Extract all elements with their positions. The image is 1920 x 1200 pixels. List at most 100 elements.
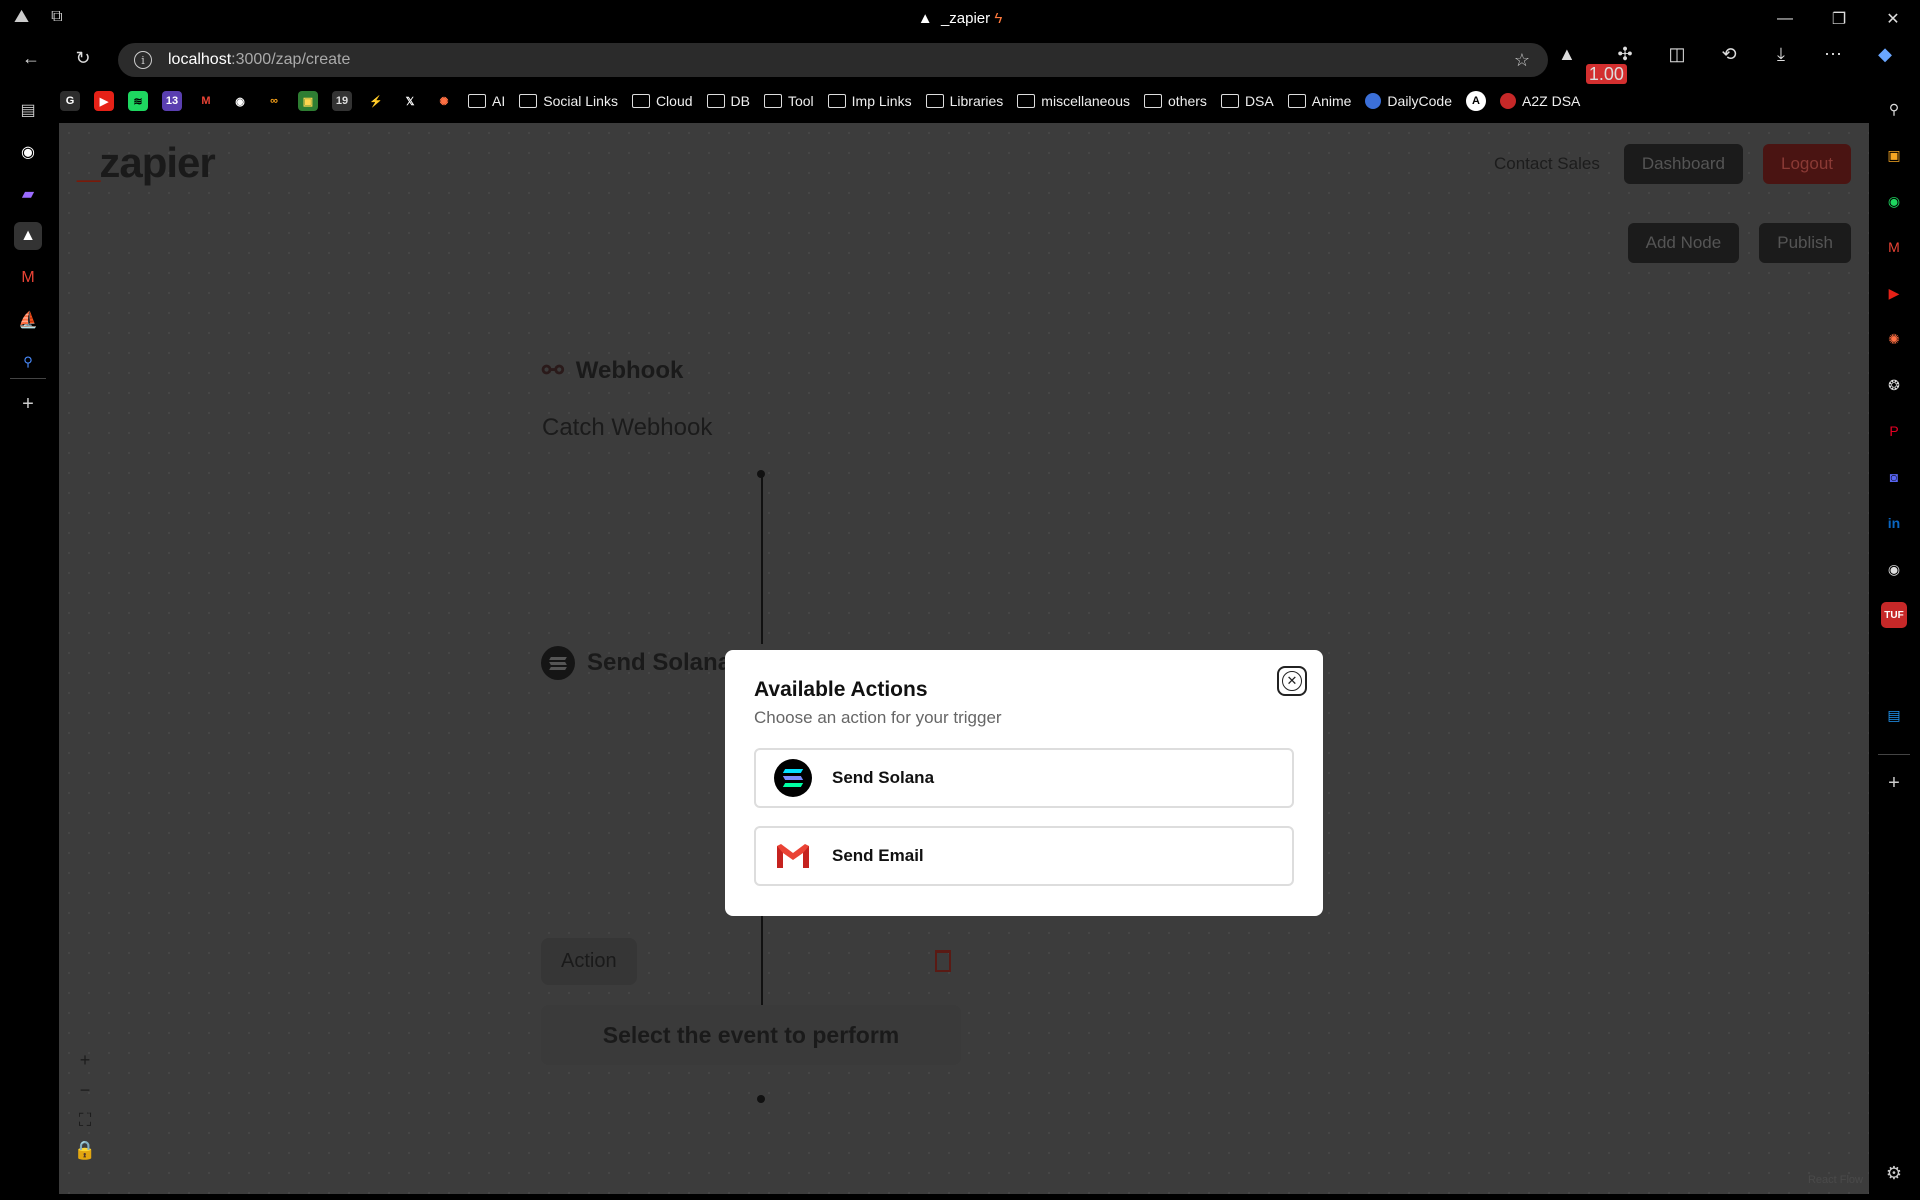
option-send-email[interactable]: Send Email: [754, 826, 1294, 886]
zap-icon: ϟ: [994, 10, 1003, 27]
bookmark-icon[interactable]: G: [60, 91, 80, 111]
add-icon[interactable]: +: [1881, 770, 1907, 796]
bookmark-icon[interactable]: ▶: [94, 91, 114, 111]
extension-icon[interactable]: ▲1.00: [1558, 44, 1627, 84]
bookmark-folder[interactable]: DSA: [1220, 93, 1274, 109]
close-modal-button[interactable]: ✕: [1277, 666, 1307, 696]
option-send-solana[interactable]: Send Solana: [754, 748, 1294, 808]
bookmark-icon[interactable]: 13: [162, 91, 182, 111]
extensions-puzzle-icon[interactable]: ✣: [1610, 44, 1640, 65]
bookmark-icon[interactable]: ∞: [264, 91, 284, 111]
history-icon[interactable]: ⟲: [1714, 44, 1744, 65]
bookmark-icon[interactable]: A: [1466, 91, 1487, 111]
address-bar[interactable]: i localhost:3000/zap/create ☆: [118, 43, 1548, 77]
vercel-icon[interactable]: ▲: [14, 222, 42, 250]
bookmark-folder[interactable]: Anime: [1287, 93, 1352, 109]
bookmark-link[interactable]: A2Z DSA: [1500, 93, 1580, 109]
bookmark-icon[interactable]: 𝕏: [400, 91, 420, 111]
add-icon[interactable]: +: [14, 390, 42, 418]
folder-icon: [763, 94, 782, 108]
bookmark-folder-label: others: [1168, 93, 1207, 109]
modal-description: Choose an action for your trigger: [754, 708, 1002, 727]
discord-icon[interactable]: ◙: [1881, 464, 1907, 490]
github-icon[interactable]: ◉: [14, 138, 42, 166]
folder-icon: [1017, 94, 1036, 108]
document-icon[interactable]: ▤: [1881, 702, 1907, 728]
bookmark-icon[interactable]: M: [196, 91, 216, 111]
bookmark-icon[interactable]: ◉: [230, 91, 250, 111]
split-screen-icon[interactable]: ◫: [1662, 44, 1692, 65]
bookmark-icon[interactable]: ≋: [128, 91, 148, 111]
refresh-icon[interactable]: ↻: [70, 48, 96, 69]
restore-button[interactable]: ❐: [1812, 0, 1866, 38]
gmail-icon[interactable]: M: [14, 264, 42, 292]
linkedin-icon[interactable]: in: [1881, 510, 1907, 536]
folder-icon: [827, 94, 846, 108]
briefcase-icon[interactable]: ▣: [1881, 142, 1907, 168]
minimize-button[interactable]: —: [1758, 0, 1812, 38]
tab-title: _zapier: [940, 10, 991, 27]
favorite-star-icon[interactable]: ☆: [1514, 50, 1530, 71]
bookmark-folder[interactable]: Social Links: [519, 93, 618, 109]
collections-icon[interactable]: ▰: [14, 180, 42, 208]
bookmark-icon[interactable]: ▣: [298, 91, 318, 111]
folder-icon: [706, 94, 725, 108]
search-icon[interactable]: ⚲: [1881, 96, 1907, 122]
youtube-icon[interactable]: ▶: [1881, 280, 1907, 306]
bookmark-folder[interactable]: Imp Links: [827, 93, 912, 109]
site-favicon-icon: [1365, 93, 1382, 109]
bookmark-icon[interactable]: 19: [332, 91, 352, 111]
bookmark-folder-label: AI: [492, 93, 506, 109]
folder-icon: [468, 94, 486, 108]
bookmark-folder-label: Anime: [1311, 93, 1352, 109]
downloads-icon[interactable]: ⤓: [1766, 44, 1796, 65]
github-icon[interactable]: ◉: [1881, 556, 1907, 582]
bookmark-folder-label: DSA: [1244, 93, 1274, 109]
right-sidebar: ⚲ ▣ ◉ M ▶ ✺ ❂ P ◙ in ◉ TUF ▤ + ⚙: [1868, 82, 1920, 1200]
bookmark-folder[interactable]: others: [1144, 93, 1207, 109]
bookmark-folder-label: Libraries: [949, 93, 1004, 109]
solana-icon: [774, 759, 812, 797]
bookmark-folder[interactable]: Cloud: [631, 93, 693, 109]
available-actions-modal: Available Actions Choose an action for y…: [725, 650, 1323, 916]
close-window-button[interactable]: ✕: [1866, 0, 1920, 38]
bookmark-icon[interactable]: ✺: [434, 91, 454, 111]
bookmark-folder[interactable]: AI: [468, 93, 505, 109]
browser-toolbar: ← ↻ i localhost:3000/zap/create ☆ ▲1.00 …: [0, 38, 1920, 84]
bookmark-link-label: A2Z DSA: [1522, 93, 1581, 109]
url-path: :3000/zap/create: [231, 51, 351, 68]
bookmark-folder[interactable]: miscellaneous: [1017, 93, 1130, 109]
bookmark-folder[interactable]: Libraries: [925, 93, 1004, 109]
folder-icon: [1144, 94, 1163, 108]
bookmark-folder[interactable]: Tool: [763, 93, 814, 109]
back-icon[interactable]: ←: [18, 48, 44, 69]
claude-icon[interactable]: ✺: [1881, 326, 1907, 352]
option-label: Send Solana: [832, 768, 935, 787]
bookmark-folder[interactable]: DB: [706, 93, 750, 109]
sail-icon[interactable]: ⛵: [14, 306, 42, 334]
bookmark-folder-label: Tool: [787, 93, 814, 109]
spotify-icon[interactable]: ◉: [1881, 188, 1907, 214]
tabs-panel-icon[interactable]: ▤: [14, 96, 42, 124]
pinterest-icon[interactable]: P: [1881, 418, 1907, 444]
search-icon[interactable]: ⚲: [14, 348, 42, 376]
tuf-icon[interactable]: TUF: [1881, 602, 1907, 628]
option-label: Send Email: [832, 846, 924, 865]
folder-icon: [925, 94, 944, 108]
gmail-icon[interactable]: M: [1881, 234, 1907, 260]
settings-gear-icon[interactable]: ⚙: [1881, 1160, 1907, 1186]
url-host: localhost: [168, 51, 232, 68]
left-sidebar: ▤ ◉ ▰ ▲ M ⛵ ⚲ +: [0, 82, 56, 1200]
site-info-icon[interactable]: i: [134, 51, 152, 69]
more-menu-icon[interactable]: ⋯: [1818, 44, 1848, 65]
bookmark-icon[interactable]: ⚡: [366, 91, 386, 111]
sidebar-divider: [1878, 754, 1910, 755]
folder-icon: [1287, 94, 1306, 108]
copilot-icon[interactable]: ◆: [1870, 44, 1900, 65]
close-icon: ✕: [1282, 671, 1302, 691]
folder-icon: [631, 94, 650, 108]
modal-title: Available Actions: [754, 678, 928, 701]
chatgpt-icon[interactable]: ❂: [1881, 372, 1907, 398]
page-viewport: _zapier Contact Sales Dashboard Logout A…: [59, 123, 1869, 1194]
bookmark-link[interactable]: DailyCode: [1365, 93, 1452, 109]
